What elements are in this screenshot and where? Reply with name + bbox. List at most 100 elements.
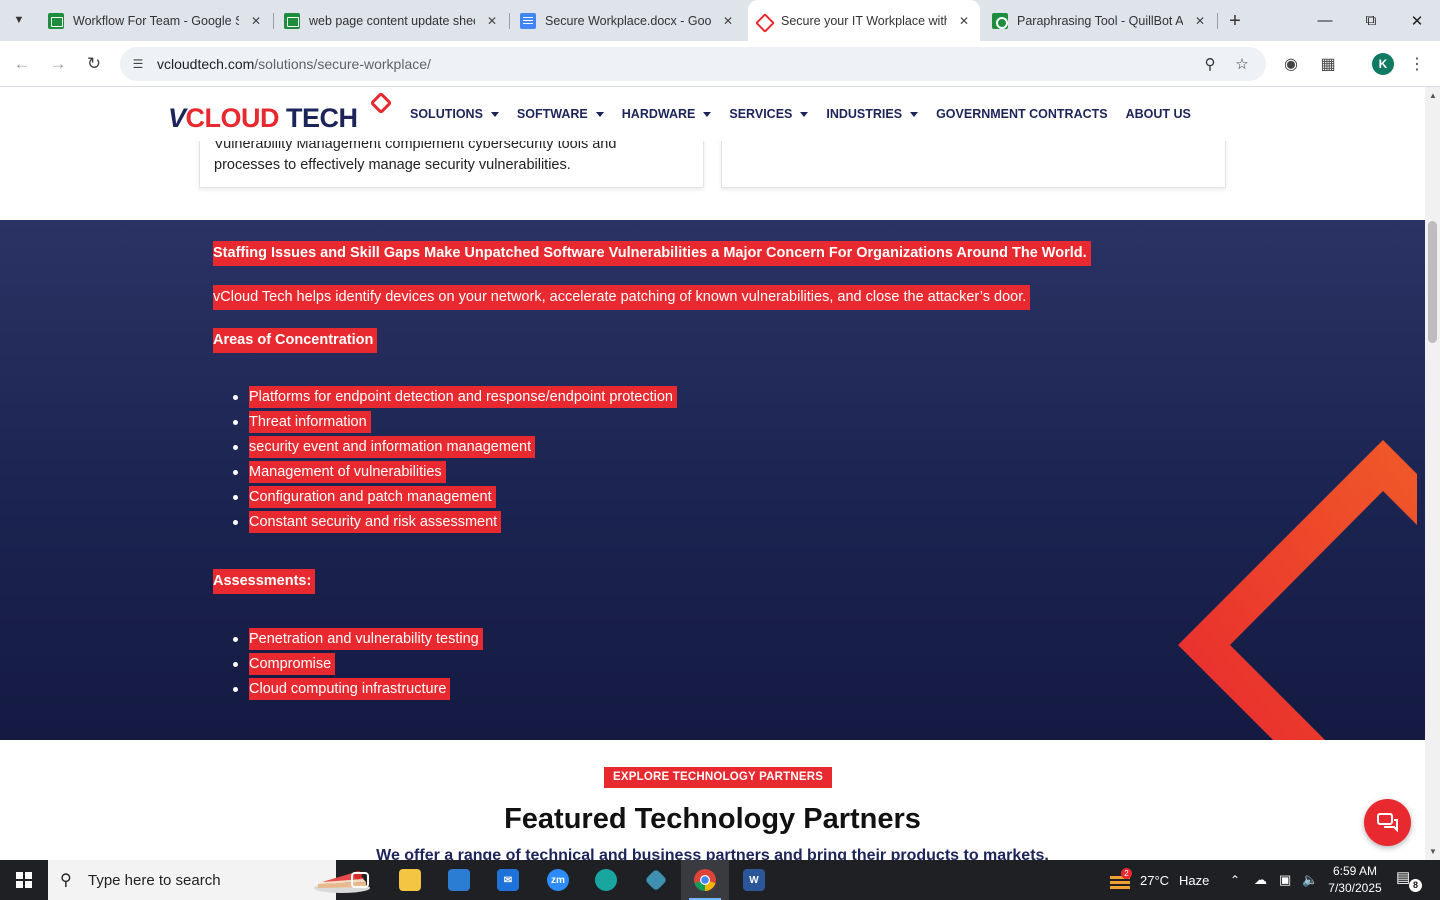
zoom-icon[interactable]: ⚲ xyxy=(1200,54,1220,74)
store-button[interactable] xyxy=(435,860,483,900)
weather-haze-icon: 2 xyxy=(1108,868,1132,890)
task-view-button[interactable] xyxy=(336,860,384,900)
network-icon[interactable]: ▣ xyxy=(1279,860,1291,900)
tab-separator xyxy=(509,13,510,29)
explore-partners-button[interactable]: EXPLORE TECHNOLOGY PARTNERS xyxy=(604,767,833,788)
chrome-icon xyxy=(694,869,716,891)
volume-icon[interactable]: 🔈 xyxy=(1302,860,1318,900)
list-item: Platforms for endpoint detection and res… xyxy=(233,385,677,410)
file-explorer-button[interactable] xyxy=(386,860,434,900)
nav-solutions[interactable]: SOLUTIONS xyxy=(410,107,499,121)
logo-wordmark: VCLOUD TECH xyxy=(168,103,358,133)
nav-about-us[interactable]: ABOUT US xyxy=(1126,107,1191,121)
nav-hardware[interactable]: HARDWARE xyxy=(622,107,712,121)
reload-button[interactable]: ↻ xyxy=(80,50,108,78)
nav-industries[interactable]: INDUSTRIES xyxy=(826,107,919,121)
section-intro: vCloud Tech helps identify devices on yo… xyxy=(213,285,1031,310)
nav-software[interactable]: SOFTWARE xyxy=(517,107,604,121)
sheets-icon xyxy=(284,12,300,29)
tab-secure-workplace[interactable]: Secure your IT Workplace with ✕ xyxy=(748,0,980,41)
notifications-button[interactable]: ▤ 8 xyxy=(1396,868,1422,892)
tab-separator xyxy=(273,13,274,29)
edge-button[interactable] xyxy=(582,860,630,900)
areas-list: Platforms for endpoint detection and res… xyxy=(233,385,677,535)
mail-button[interactable]: ✉ xyxy=(484,860,532,900)
translate-icon[interactable]: ◉ xyxy=(1278,51,1304,77)
caret-down-icon xyxy=(703,111,712,117)
nav-government-contracts[interactable]: GOVERNMENT CONTRACTS xyxy=(936,107,1108,121)
page-viewport: Vulnerability Management complement cybe… xyxy=(0,87,1425,860)
tab-search-icon[interactable]: ▼ xyxy=(6,7,32,33)
tray-chevron-icon[interactable]: ⌃ xyxy=(1230,860,1240,900)
quillbot-icon xyxy=(992,12,1008,29)
tab-title: Workflow For Team - Google Sheets xyxy=(73,13,239,28)
partners-title: Featured Technology Partners xyxy=(504,803,921,835)
list-item: Penetration and vulnerability testing xyxy=(233,627,483,652)
nav-services[interactable]: SERVICES xyxy=(729,107,809,121)
menu-kebab-icon[interactable]: ⋮ xyxy=(1404,51,1430,77)
new-tab-button[interactable]: + xyxy=(1222,8,1248,34)
close-icon[interactable]: ✕ xyxy=(1191,12,1209,30)
extensions-icon[interactable]: ▦ xyxy=(1315,51,1341,77)
chrome-button[interactable] xyxy=(681,860,729,900)
bookmark-star-icon[interactable]: ☆ xyxy=(1232,54,1252,74)
close-icon[interactable]: ✕ xyxy=(955,12,973,30)
notification-icon: ▤ xyxy=(1396,869,1411,886)
tab-workflow[interactable]: Workflow For Team - Google Sheets ✕ xyxy=(40,0,272,41)
list-item: Constant security and risk assessment xyxy=(233,510,677,535)
zoom-app-button[interactable]: zm xyxy=(534,860,582,900)
taskbar-search[interactable]: ⚲ Type here to search xyxy=(48,860,370,900)
list-item: Cloud computing infrastructure xyxy=(233,677,483,702)
tab-quillbot[interactable]: Paraphrasing Tool - QuillBot AI ✕ xyxy=(984,0,1216,41)
onedrive-icon[interactable]: ☁ xyxy=(1254,860,1267,900)
tab-separator xyxy=(1217,13,1218,29)
chat-button[interactable] xyxy=(1364,799,1411,846)
close-icon[interactable]: ✕ xyxy=(483,12,501,30)
tab-title: Secure Workplace.docx - Google Docs xyxy=(545,13,711,28)
list-item: Compromise xyxy=(233,652,483,677)
search-placeholder: Type here to search xyxy=(88,872,221,889)
list-item: Management of vulnerabilities xyxy=(233,460,677,485)
scroll-up-icon[interactable]: ▲ xyxy=(1429,91,1437,100)
restore-button[interactable]: ⧉ xyxy=(1348,0,1394,41)
assessments-list: Penetration and vulnerability testing Co… xyxy=(233,627,483,702)
tab-content-sheet[interactable]: web page content update sheet ✕ xyxy=(276,0,508,41)
caret-down-icon xyxy=(800,111,809,117)
system-clock[interactable]: 6:59 AM 7/30/2025 xyxy=(1322,863,1388,897)
tab-secure-docx[interactable]: Secure Workplace.docx - Google Docs ✕ xyxy=(512,0,746,41)
weather-temperature: 27°C xyxy=(1140,872,1170,888)
close-icon[interactable]: ✕ xyxy=(719,12,737,30)
zoom-app-icon: zm xyxy=(547,869,569,891)
tab-title: Paraphrasing Tool - QuillBot AI xyxy=(1017,13,1183,28)
assessments-heading: Assessments: xyxy=(213,569,316,594)
word-button[interactable]: W xyxy=(730,860,778,900)
close-icon[interactable]: ✕ xyxy=(247,12,265,30)
chat-bubbles-icon xyxy=(1376,812,1398,832)
start-button[interactable] xyxy=(0,860,48,900)
forward-button[interactable]: → xyxy=(44,50,72,78)
minimize-button[interactable]: — xyxy=(1302,0,1348,41)
address-bar[interactable]: ☰ vcloudtech.com/solutions/secure-workpl… xyxy=(120,47,1266,81)
caret-down-icon xyxy=(910,111,919,117)
scroll-down-icon[interactable]: ▼ xyxy=(1429,847,1437,856)
list-item: Threat information xyxy=(233,410,677,435)
page-scrollbar[interactable]: ▲ ▼ xyxy=(1425,87,1440,860)
url-text[interactable]: vcloudtech.com/solutions/secure-workplac… xyxy=(157,56,431,72)
areas-heading: Areas of Concentration xyxy=(213,328,378,353)
vcloud-icon xyxy=(756,13,772,29)
back-button[interactable]: ← xyxy=(8,50,36,78)
tab-title: web page content update sheet xyxy=(309,13,475,28)
search-icon: ⚲ xyxy=(60,872,72,889)
scroll-thumb[interactable] xyxy=(1428,221,1437,343)
mail-icon: ✉ xyxy=(497,869,519,891)
decorative-chevron-icon xyxy=(1178,440,1417,740)
vcloud-logo[interactable]: VCLOUD TECH xyxy=(168,91,393,137)
main-nav: SOLUTIONS SOFTWARE HARDWARE SERVICES IND… xyxy=(410,107,1209,121)
profile-avatar[interactable]: K xyxy=(1372,53,1394,75)
edge-icon xyxy=(595,869,617,891)
close-window-button[interactable]: ✕ xyxy=(1394,0,1440,41)
word-icon: W xyxy=(743,869,765,891)
weather-widget[interactable]: 2 27°C Haze xyxy=(1108,860,1209,900)
app-button[interactable] xyxy=(632,860,680,900)
site-info-icon[interactable]: ☰ xyxy=(128,54,148,74)
